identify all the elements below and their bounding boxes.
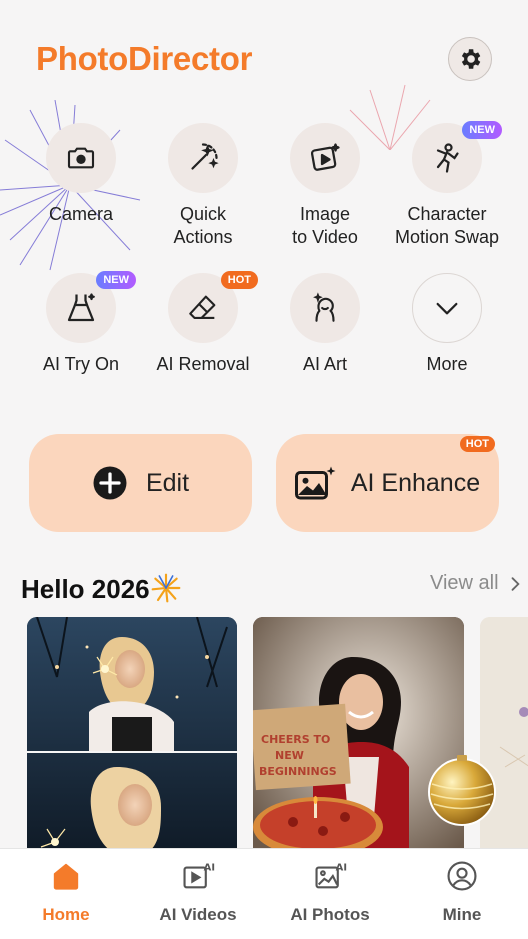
tool-ai-removal[interactable]: HOT AI Removal	[143, 271, 263, 376]
magic-wand-icon	[191, 143, 219, 170]
edit-label: Edit	[145, 468, 190, 497]
svg-text:AI: AI	[336, 862, 347, 873]
tool-label: Camera	[48, 204, 114, 224]
more-tool-button[interactable]	[412, 273, 482, 343]
new-badge: NEW	[462, 121, 502, 139]
hot-badge: HOT	[459, 436, 495, 452]
app-title: PhotoDirector	[36, 40, 253, 77]
bottom-nav: Home AI AI Videos AI AI Photos Mine	[0, 848, 528, 939]
camera-icon	[67, 147, 95, 169]
tool-label: Character Motion Swap	[394, 204, 500, 247]
ai-photo-icon: AI	[315, 862, 347, 889]
home-icon	[53, 863, 79, 890]
tool-label: AI Art	[302, 354, 347, 374]
tool-more[interactable]: More	[386, 273, 508, 376]
nav-label: Home	[42, 905, 90, 924]
tool-camera[interactable]: Camera	[21, 123, 141, 226]
tool-image-to-video[interactable]: Image to Video	[265, 123, 385, 249]
svg-text:CHEERS TO: CHEERS TO	[261, 733, 330, 746]
quick-actions-tool-button[interactable]	[168, 123, 238, 193]
nav-ai-photos[interactable]: AI AI Photos	[264, 849, 396, 939]
nav-home[interactable]: Home	[0, 849, 132, 939]
tool-label: Quick Actions	[173, 204, 233, 247]
image-to-video-tool-button[interactable]	[290, 123, 360, 193]
dancing-figure-icon	[436, 143, 459, 173]
ai-removal-tool-button[interactable]: HOT	[168, 271, 258, 343]
tool-label: More	[426, 354, 468, 374]
view-all-label: View all	[430, 572, 499, 594]
plus-circle-icon	[92, 465, 128, 501]
view-all-link[interactable]: View all	[430, 572, 525, 595]
chevron-down-icon	[436, 302, 458, 315]
eraser-icon	[189, 295, 216, 319]
tool-label: Image to Video	[292, 204, 358, 247]
gear-icon	[461, 49, 481, 69]
ai-enhance-button[interactable]: HOT AI Enhance	[276, 434, 499, 532]
tool-quick-actions[interactable]: Quick Actions	[143, 123, 263, 249]
image-to-video-icon	[310, 143, 340, 171]
nav-label: AI Photos	[290, 905, 370, 924]
edit-button[interactable]: Edit	[29, 434, 252, 532]
dress-icon	[67, 293, 95, 322]
ai-enhance-label: AI Enhance	[350, 468, 481, 497]
profile-icon	[447, 861, 477, 891]
template-card[interactable]	[27, 617, 237, 857]
ai-art-tool-button[interactable]	[290, 273, 360, 343]
hot-badge: HOT	[220, 271, 258, 289]
tool-ai-try-on[interactable]: NEW AI Try On	[21, 271, 141, 376]
settings-button[interactable]	[448, 37, 492, 81]
portrait-sparkle-icon	[313, 292, 335, 322]
tool-label: AI Try On	[42, 354, 120, 374]
chevron-right-icon	[511, 576, 520, 591]
new-badge: NEW	[96, 271, 136, 289]
camera-tool-button[interactable]	[46, 123, 116, 193]
svg-text:AI: AI	[204, 862, 215, 873]
svg-text:BEGINNINGS: BEGINNINGS	[259, 765, 337, 778]
ai-video-icon: AI	[183, 862, 215, 889]
section-title: Hello 2026	[21, 572, 182, 605]
nav-ai-videos[interactable]: AI AI Videos	[132, 849, 264, 939]
tool-label: AI Removal	[156, 354, 250, 374]
nav-mine[interactable]: Mine	[396, 849, 528, 939]
sparkler-icon	[151, 573, 181, 603]
template-card-image	[27, 617, 237, 857]
character-motion-swap-tool-button[interactable]: NEW	[412, 121, 502, 193]
tool-character-motion-swap[interactable]: NEW Character Motion Swap	[386, 121, 508, 249]
section-title-text: Hello 2026	[21, 574, 150, 604]
nav-label: Mine	[442, 905, 482, 924]
image-sparkle-icon	[294, 465, 337, 501]
ai-try-on-tool-button[interactable]: NEW	[46, 271, 136, 343]
ornament-icon[interactable]	[426, 752, 498, 826]
nav-label: AI Videos	[159, 905, 237, 924]
tool-ai-art[interactable]: AI Art	[265, 273, 385, 376]
svg-text:NEW: NEW	[275, 749, 304, 762]
